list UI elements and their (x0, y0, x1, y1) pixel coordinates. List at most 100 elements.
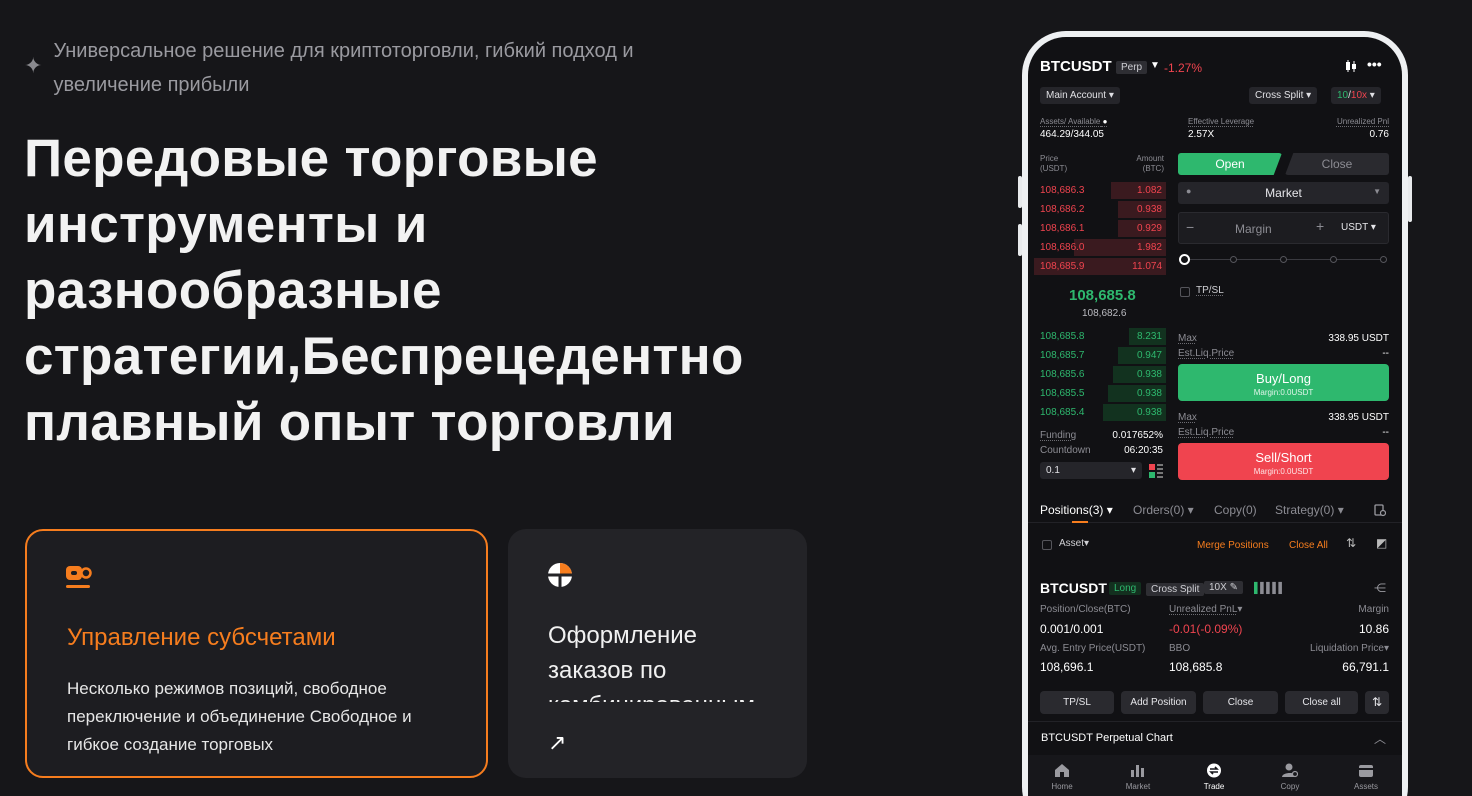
slider-tick[interactable] (1230, 256, 1237, 263)
position-side-badge: Long (1109, 582, 1142, 595)
leverage-long: 10 (1337, 90, 1349, 101)
book-amount: 0.938 (1136, 204, 1162, 215)
symbol-title[interactable]: BTCUSDT (1040, 58, 1112, 75)
asset-filter[interactable]: Asset▾ (1059, 538, 1089, 549)
chevron-up-icon[interactable]: ︿ (1374, 730, 1386, 747)
risk-level-bars: ▌▌▌▌▌ (1254, 583, 1285, 594)
layout-toggle-icon[interactable]: ◩ (1376, 536, 1387, 550)
close-position-button[interactable]: Close (1203, 691, 1278, 714)
bid-row[interactable]: 108,685.4 0.938 (1034, 403, 1166, 422)
nav-assets[interactable]: Assets (1336, 763, 1396, 791)
chart-section-header[interactable]: BTCUSDT Perpetual Chart ︿ (1028, 721, 1402, 753)
reverse-position-icon[interactable]: ⇅ (1365, 691, 1389, 714)
ask-row[interactable]: 108,685.9 11.074 (1034, 257, 1166, 276)
slider-tick[interactable] (1280, 256, 1287, 263)
phone-power-button (1408, 176, 1412, 222)
liq-price-buy-value: -- (1382, 348, 1389, 359)
account-select[interactable]: Main Account ▾ (1040, 87, 1120, 104)
buy-long-button[interactable]: Buy/Long Margin:0.0USDT (1178, 364, 1389, 401)
feature-card-combined-orders[interactable]: Оформление заказов по комбинированным ↗ (508, 529, 807, 778)
asset-filter-checkbox[interactable] (1042, 540, 1052, 550)
liquidation-price-label-text: Liquidation Price (1310, 643, 1384, 654)
book-price: 108,685.9 (1040, 261, 1085, 272)
slider-tick[interactable] (1330, 256, 1337, 263)
pos-close-value: 0.001/0.001 (1040, 622, 1104, 636)
card-title: Управление субсчетами (67, 624, 336, 651)
book-amount: 11.074 (1132, 261, 1162, 272)
sort-icon[interactable]: ⇅ (1346, 536, 1356, 550)
history-icon[interactable] (1374, 504, 1386, 517)
tpsl-button[interactable]: TP/SL (1040, 691, 1114, 714)
ask-row[interactable]: 108,686.2 0.938 (1034, 200, 1166, 219)
funding-label: Funding (1040, 430, 1077, 441)
tab-copy[interactable]: Copy(0) (1214, 503, 1257, 517)
slider-handle[interactable] (1179, 254, 1190, 265)
sparkle-icon: ✦ (24, 53, 43, 78)
book-price-label: Price (1040, 154, 1059, 163)
bid-row[interactable]: 108,685.6 0.938 (1034, 365, 1166, 384)
candlestick-icon[interactable] (1344, 59, 1358, 73)
tab-open[interactable]: Open (1178, 153, 1282, 175)
nav-home[interactable]: Home (1032, 763, 1092, 791)
copy-trade-icon (1282, 763, 1298, 778)
position-leverage-button[interactable]: 10X ✎ (1204, 581, 1243, 594)
more-icon[interactable]: ••• (1367, 56, 1382, 72)
book-layout-icon[interactable] (1149, 464, 1163, 478)
book-amount: 0.938 (1136, 388, 1162, 399)
slider-tick[interactable] (1380, 256, 1387, 263)
trading-app-screen: BTCUSDT Perp ▼ -1.27% ••• Main Account ▾… (1028, 37, 1402, 796)
close-all-button[interactable]: Close all (1285, 691, 1358, 714)
tab-positions[interactable]: Positions(3) ▾ (1040, 503, 1113, 517)
bid-row[interactable]: 108,685.7 0.947 (1034, 346, 1166, 365)
tab-orders[interactable]: Orders(0) ▾ (1133, 503, 1194, 517)
leverage-select[interactable]: 10/10x ▾ (1331, 87, 1381, 104)
account-select-label: Main Account (1046, 90, 1107, 101)
nav-market[interactable]: Market (1108, 763, 1168, 791)
subaccount-icon (66, 566, 92, 588)
chevron-down-icon: ▼ (1373, 187, 1381, 196)
market-icon (1131, 765, 1144, 777)
sell-short-button[interactable]: Sell/Short Margin:0.0USDT (1178, 443, 1389, 480)
share-icon[interactable]: ⋲ (1374, 581, 1386, 595)
order-type-select[interactable]: ● Market ▼ (1178, 182, 1389, 204)
margin-mode-select[interactable]: Cross Split ▾ (1249, 87, 1318, 104)
nav-trade[interactable]: Trade (1184, 763, 1244, 791)
tab-strategy[interactable]: Strategy(0) ▾ (1275, 503, 1344, 517)
bid-row[interactable]: 108,685.5 0.938 (1034, 384, 1166, 403)
book-amount: 0.938 (1136, 407, 1162, 418)
sell-short-margin: Margin:0.0USDT (1253, 467, 1314, 476)
position-symbol[interactable]: BTCUSDT (1040, 580, 1107, 596)
nav-copy[interactable]: Copy (1260, 763, 1320, 791)
book-price: 108,686.2 (1040, 204, 1085, 215)
tab-strategy-label: Strategy(0) (1275, 503, 1335, 517)
ask-row[interactable]: 108,686.1 0.929 (1034, 219, 1166, 238)
bottom-nav: Home Market Trade Copy Assets (1028, 755, 1402, 796)
position-leverage-label: 10X (1209, 582, 1227, 593)
feature-card-subaccounts[interactable]: Управление субсчетами Несколько режимов … (25, 529, 488, 778)
margin-unit-select[interactable]: USDT ▾ (1341, 222, 1376, 233)
tab-close[interactable]: Close (1285, 153, 1389, 175)
book-price: 108,686.0 (1040, 242, 1085, 253)
tpsl-checkbox[interactable] (1180, 287, 1190, 297)
entry-price-value: 108,696.1 (1040, 660, 1094, 674)
minus-icon[interactable]: − (1186, 219, 1194, 235)
plus-icon[interactable]: + (1316, 218, 1324, 234)
card-description: Несколько режимов позиций, свободное пер… (67, 679, 412, 754)
bbo-label: BBO (1169, 643, 1191, 654)
perp-tag: Perp (1116, 61, 1148, 74)
arrow-up-right-icon[interactable]: ↗ (548, 730, 767, 756)
ask-row[interactable]: 108,686.3 1.082 (1034, 181, 1166, 200)
symbol-dropdown-icon[interactable]: ▼ (1150, 60, 1160, 71)
wallet-icon (1359, 765, 1373, 777)
add-position-button[interactable]: Add Position (1121, 691, 1196, 714)
merge-positions-link[interactable]: Merge Positions (1197, 540, 1269, 551)
card-title: Оформление заказов по комбинированным (548, 622, 755, 702)
close-all-link[interactable]: Close All (1289, 540, 1328, 551)
pos-close-label: Position/Close(BTC) (1040, 604, 1131, 615)
info-icon[interactable]: ● (1103, 117, 1108, 126)
bid-row[interactable]: 108,685.8 8.231 (1034, 327, 1166, 346)
margin-input[interactable]: − Margin + USDT ▾ (1178, 212, 1389, 244)
precision-select[interactable]: 0.1 ▾ (1040, 462, 1142, 479)
margin-unit-label: USDT (1341, 222, 1369, 233)
ask-row[interactable]: 108,686.0 1.982 (1034, 238, 1166, 257)
